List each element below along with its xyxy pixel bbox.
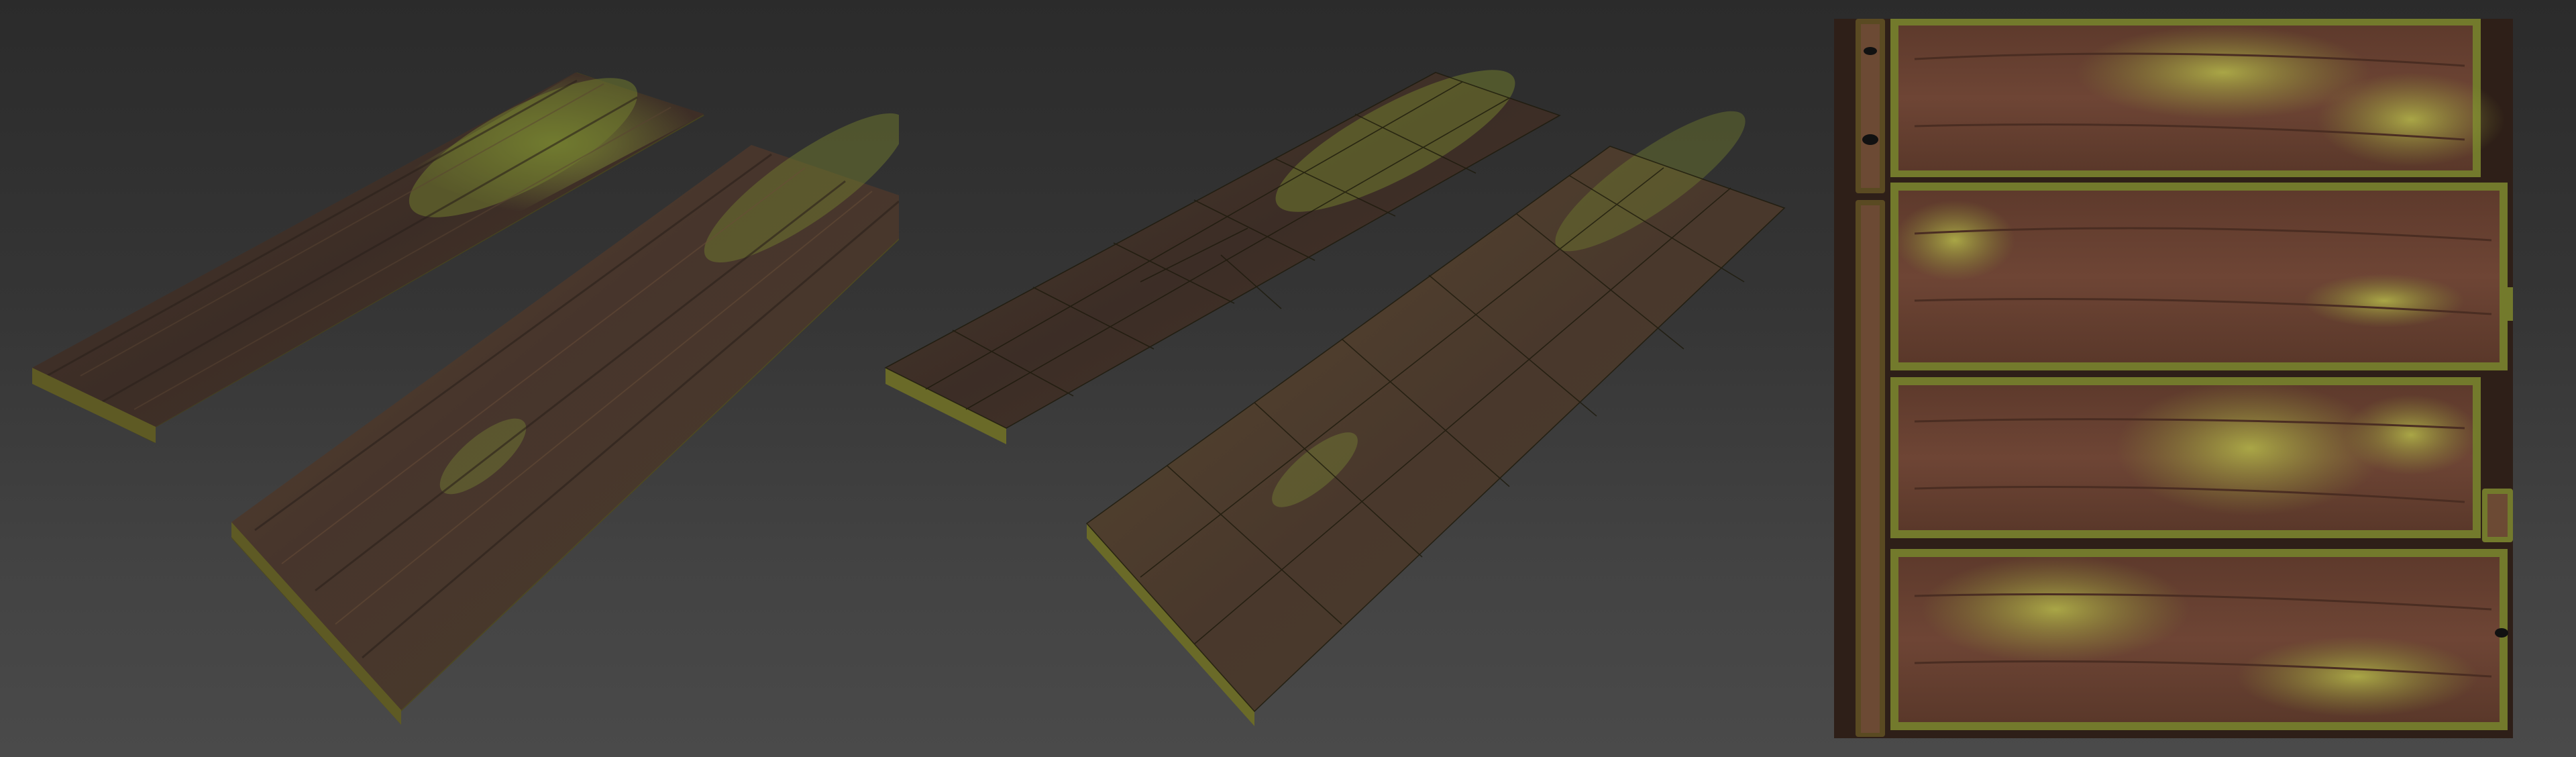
wireframe-planks-svg [884,70,1786,726]
uv-plank-strip-3 [1890,377,2513,542]
uv-plank-strip-4 [1890,549,2508,730]
uv-side-strips [1856,19,1885,737]
plank-front-wireframe [1085,111,1786,726]
textured-planks-svg [32,72,899,725]
wireframe-render-view [872,0,1811,757]
uv-texture-svg [1834,19,2513,738]
uv-plank-strip-2 [1890,183,2513,370]
viewport [0,0,2576,757]
uv-plank-strip-1 [1890,19,2505,177]
textured-render-view [0,0,899,757]
uv-texture-sheet-view [1834,19,2513,738]
